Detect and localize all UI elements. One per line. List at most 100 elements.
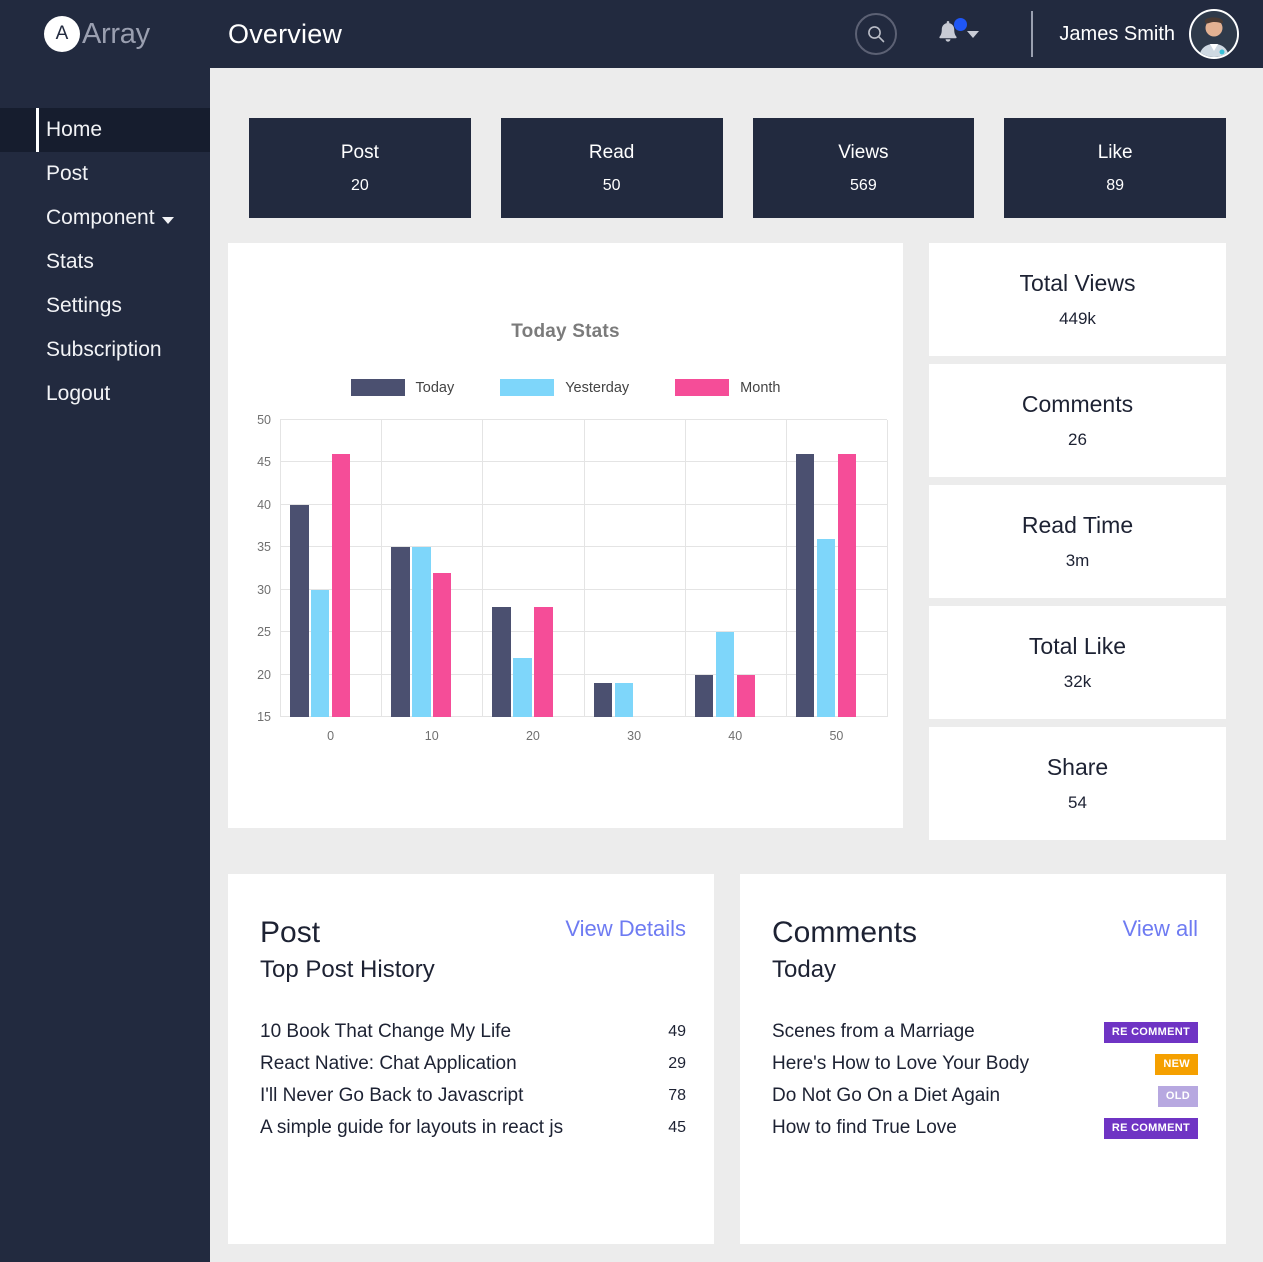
- status-badge[interactable]: NEW: [1155, 1053, 1198, 1075]
- post-list-item[interactable]: React Native: Chat Application 29: [260, 1048, 686, 1080]
- legend-swatch-icon: [500, 379, 555, 396]
- chart-bar[interactable]: [513, 657, 532, 717]
- chart-y-tick-label: 45: [257, 455, 271, 470]
- stat-label: Read Time: [1021, 512, 1134, 538]
- stat-value: 32k: [1063, 672, 1092, 691]
- chart-y-tick-label: 25: [257, 625, 271, 640]
- chart-bar[interactable]: [837, 453, 857, 717]
- sidebar-item-settings[interactable]: Settings: [0, 284, 210, 328]
- stat-card-comments[interactable]: Comments 26: [929, 364, 1226, 477]
- post-list-item[interactable]: A simple guide for layouts in react js 45: [260, 1112, 686, 1144]
- chart-plot-area: 15 20 25 30 35 40 45 50 0 10 20 30 40 50: [257, 413, 888, 743]
- post-list-item[interactable]: I'll Never Go Back to Javascript 78: [260, 1080, 686, 1112]
- list-item-value: 45: [668, 1119, 686, 1136]
- chart-gridline: [482, 420, 484, 717]
- chart-bar[interactable]: [433, 572, 452, 717]
- dashboard-page: A Array Overview James Smith Home Post C…: [0, 0, 1263, 1262]
- chart-bar[interactable]: [391, 547, 410, 717]
- kpi-card-like[interactable]: Like 89: [1004, 118, 1226, 218]
- stat-card-share[interactable]: Share 54: [929, 727, 1226, 840]
- list-item-value: 49: [668, 1023, 686, 1040]
- comment-list-item[interactable]: How to find True Love RE COMMENT: [772, 1112, 1198, 1144]
- chart-x-tick-label: 20: [525, 729, 540, 743]
- kpi-card-read[interactable]: Read 50: [500, 118, 723, 218]
- search-button[interactable]: [855, 13, 898, 55]
- list-item-label: Here's How to Love Your Body: [772, 1053, 1030, 1074]
- kpi-label: Post: [340, 141, 379, 163]
- comments-panel-header: Comments View all: [772, 916, 1198, 950]
- chart-bar[interactable]: [795, 453, 815, 717]
- chart-bar[interactable]: [593, 683, 612, 717]
- chart-bar[interactable]: [492, 606, 511, 717]
- legend-item-today[interactable]: Today: [350, 379, 454, 396]
- sidebar-item-post[interactable]: Post: [0, 152, 210, 196]
- brand[interactable]: A Array: [0, 16, 210, 52]
- stat-card-read-time[interactable]: Read Time 3m: [929, 485, 1226, 598]
- chart-bar[interactable]: [694, 674, 714, 717]
- chart-bar[interactable]: [311, 589, 330, 717]
- post-panel: Post View Details Top Post History 10 Bo…: [228, 874, 714, 1244]
- chart-bar[interactable]: [412, 547, 431, 717]
- stat-value: 26: [1068, 430, 1087, 449]
- kpi-card-post[interactable]: Post 20: [249, 118, 471, 218]
- list-item-label: A simple guide for layouts in react js: [260, 1117, 564, 1138]
- post-panel-title: Post: [260, 916, 321, 949]
- list-item-label: Do Not Go On a Diet Again: [772, 1085, 1001, 1106]
- chart-bar[interactable]: [715, 632, 735, 717]
- chart-bar[interactable]: [816, 538, 836, 717]
- sidebar-item-subscription[interactable]: Subscription: [0, 328, 210, 372]
- sidebar-item-logout[interactable]: Logout: [0, 372, 210, 416]
- stat-label: Total Views: [1019, 270, 1136, 296]
- post-panel-subtitle: Top Post History: [260, 956, 435, 983]
- kpi-label: Views: [838, 141, 889, 163]
- view-all-link[interactable]: View all: [1123, 916, 1198, 942]
- chart-title: Today Stats: [511, 321, 620, 342]
- notification-badge-dot: [954, 18, 968, 31]
- kpi-card-views[interactable]: Views 569: [752, 118, 975, 218]
- notifications-button[interactable]: [935, 18, 980, 48]
- header-divider: [1031, 11, 1034, 57]
- sidebar-item-component[interactable]: Component: [0, 196, 210, 240]
- list-item-label: React Native: Chat Application: [260, 1053, 517, 1074]
- list-item-label: How to find True Love: [772, 1117, 957, 1138]
- comment-list-item[interactable]: Scenes from a Marriage RE COMMENT: [772, 1016, 1198, 1048]
- side-stat-cards: Total Views 449k Comments 26 Read Time 3…: [929, 243, 1226, 840]
- avatar[interactable]: [1189, 9, 1239, 59]
- stat-value: 3m: [1065, 551, 1090, 570]
- chart-y-tick-label: 50: [257, 413, 271, 427]
- chart-bar[interactable]: [736, 674, 755, 717]
- sidebar-item-label: Settings: [46, 294, 122, 317]
- status-badge[interactable]: RE COMMENT: [1103, 1021, 1198, 1043]
- chart-bar[interactable]: [290, 504, 309, 717]
- sidebar-item-label: Home: [46, 118, 103, 141]
- sidebar-item-home[interactable]: Home: [0, 108, 210, 152]
- sidebar: Home Post Component Stats Settings Subsc…: [0, 68, 210, 1262]
- comment-list-item[interactable]: Do Not Go On a Diet Again OLD: [772, 1080, 1198, 1112]
- chart-x-tick-label: 0: [327, 729, 335, 743]
- comments-panel-title: Comments: [772, 916, 918, 949]
- chart-y-tick-label: 15: [257, 710, 271, 724]
- status-badge[interactable]: OLD: [1157, 1085, 1198, 1107]
- stat-label: Comments: [1021, 391, 1134, 417]
- chart-bar[interactable]: [614, 683, 633, 717]
- sidebar-item-label: Stats: [46, 250, 94, 273]
- chart-bar[interactable]: [331, 453, 351, 717]
- stat-card-total-like[interactable]: Total Like 32k: [929, 606, 1226, 719]
- chart-legend: Today Yesterday Month: [228, 379, 903, 396]
- sidebar-item-label: Post: [46, 162, 89, 185]
- kpi-label: Read: [588, 141, 635, 163]
- chart-y-tick-label: 30: [257, 582, 271, 597]
- comment-list-item[interactable]: Here's How to Love Your Body NEW: [772, 1048, 1198, 1080]
- stat-card-total-views[interactable]: Total Views 449k: [929, 243, 1226, 356]
- status-badge[interactable]: RE COMMENT: [1103, 1117, 1198, 1139]
- chart-bar[interactable]: [534, 606, 553, 717]
- chart-x-tick-label: 40: [728, 729, 743, 743]
- kpi-value: 50: [602, 176, 621, 194]
- legend-item-yesterday[interactable]: Yesterday: [500, 379, 629, 396]
- sidebar-item-stats[interactable]: Stats: [0, 240, 210, 284]
- post-list-item[interactable]: 10 Book That Change My Life 49: [260, 1016, 686, 1048]
- chart-y-tick-label: 40: [257, 497, 271, 512]
- legend-item-month[interactable]: Month: [675, 379, 780, 396]
- view-details-link[interactable]: View Details: [565, 916, 686, 942]
- comments-list: Scenes from a Marriage RE COMMENT Here's H…: [772, 1016, 1198, 1144]
